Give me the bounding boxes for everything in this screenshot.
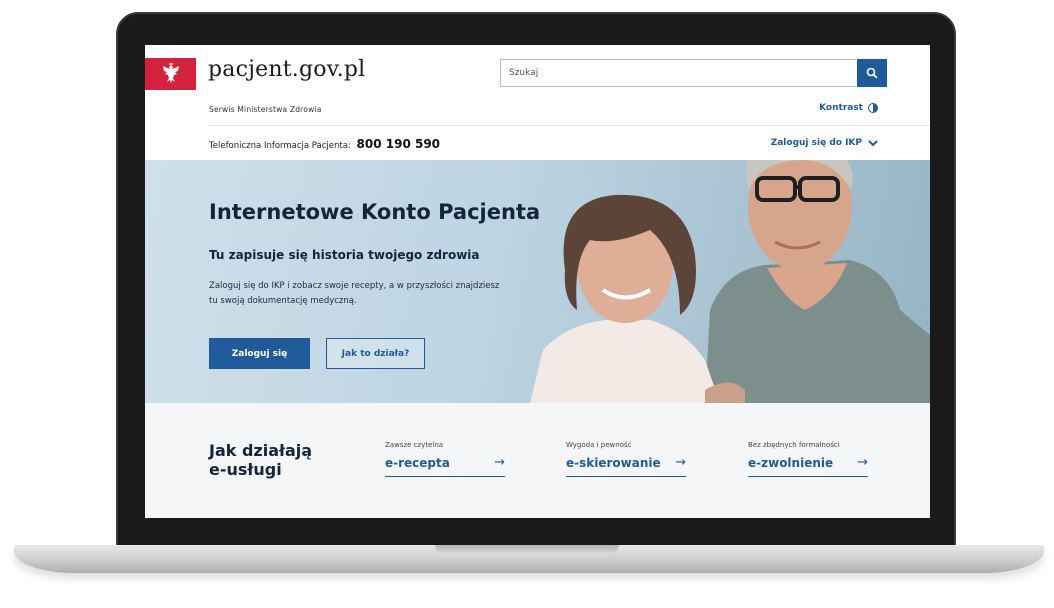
- service-link-e-zwolnienie[interactable]: e-zwolnienie →: [748, 455, 868, 477]
- hero-subtitle: Tu zapisuje się historia twojego zdrowia: [209, 248, 480, 262]
- arrow-right-icon: →: [675, 455, 686, 470]
- site-logo-text[interactable]: pacjent.gov.pl: [208, 57, 365, 82]
- e-services-section: Jak działają e-usługi Zawsze czytelna e-…: [145, 403, 930, 518]
- hero-title: Internetowe Konto Pacjenta: [209, 200, 541, 224]
- service-caption: Bez zbędnych formalności: [748, 441, 840, 449]
- service-label: e-skierowanie: [566, 455, 661, 470]
- hotline-info: Telefoniczna Informacja Pacjenta: 800 19…: [209, 137, 440, 151]
- service-card-e-zwolnienie: Bez zbędnych formalności e-zwolnienie →: [748, 441, 868, 477]
- eagle-emblem-icon: [162, 63, 179, 83]
- laptop-notch: [435, 545, 619, 553]
- service-label: e-zwolnienie: [748, 455, 834, 470]
- service-link-e-skierowanie[interactable]: e-skierowanie →: [566, 455, 686, 477]
- login-ikp-label: Zaloguj się do IKP: [770, 138, 862, 148]
- contrast-icon: [868, 103, 878, 113]
- emblem-logo[interactable]: [145, 58, 196, 90]
- contrast-toggle[interactable]: Kontrast: [819, 103, 878, 113]
- arrow-right-icon: →: [857, 455, 868, 470]
- how-it-works-button[interactable]: Jak to działa?: [326, 338, 425, 369]
- contrast-label: Kontrast: [819, 103, 863, 113]
- e-services-heading: Jak działają e-usługi: [209, 441, 312, 479]
- service-caption: Zawsze czytelna: [385, 441, 444, 449]
- browser-screen: pacjent.gov.pl Serwis Ministerstwa Zdrow…: [145, 45, 930, 518]
- site-subtitle: Serwis Ministerstwa Zdrowia: [209, 105, 322, 114]
- hotline-number[interactable]: 800 190 590: [357, 137, 441, 151]
- service-card-e-skierowanie: Wygoda i pewność e-skierowanie →: [566, 441, 686, 477]
- login-button[interactable]: Zaloguj się: [209, 338, 310, 369]
- service-card-e-recepta: Zawsze czytelna e-recepta →: [385, 441, 505, 477]
- e-services-heading-line2: e-usługi: [209, 460, 282, 479]
- hotline-label: Telefoniczna Informacja Pacjenta:: [209, 141, 351, 151]
- header-divider: [209, 125, 930, 126]
- search-input[interactable]: [500, 59, 856, 87]
- search-icon: [866, 67, 878, 79]
- service-caption: Wygoda i pewność: [566, 441, 632, 449]
- hero-banner: Internetowe Konto Pacjenta Tu zapisuje s…: [145, 160, 930, 403]
- login-ikp-link[interactable]: Zaloguj się do IKP: [771, 138, 878, 148]
- arrow-right-icon: →: [494, 455, 505, 470]
- chevron-down-icon: [868, 139, 878, 146]
- search-button[interactable]: [857, 59, 887, 87]
- hero-description: Zaloguj się do IKP i zobacz swoje recept…: [209, 281, 500, 306]
- e-services-heading-line1: Jak działają: [209, 441, 313, 460]
- service-label: e-recepta: [385, 455, 450, 470]
- service-link-e-recepta[interactable]: e-recepta →: [385, 455, 505, 477]
